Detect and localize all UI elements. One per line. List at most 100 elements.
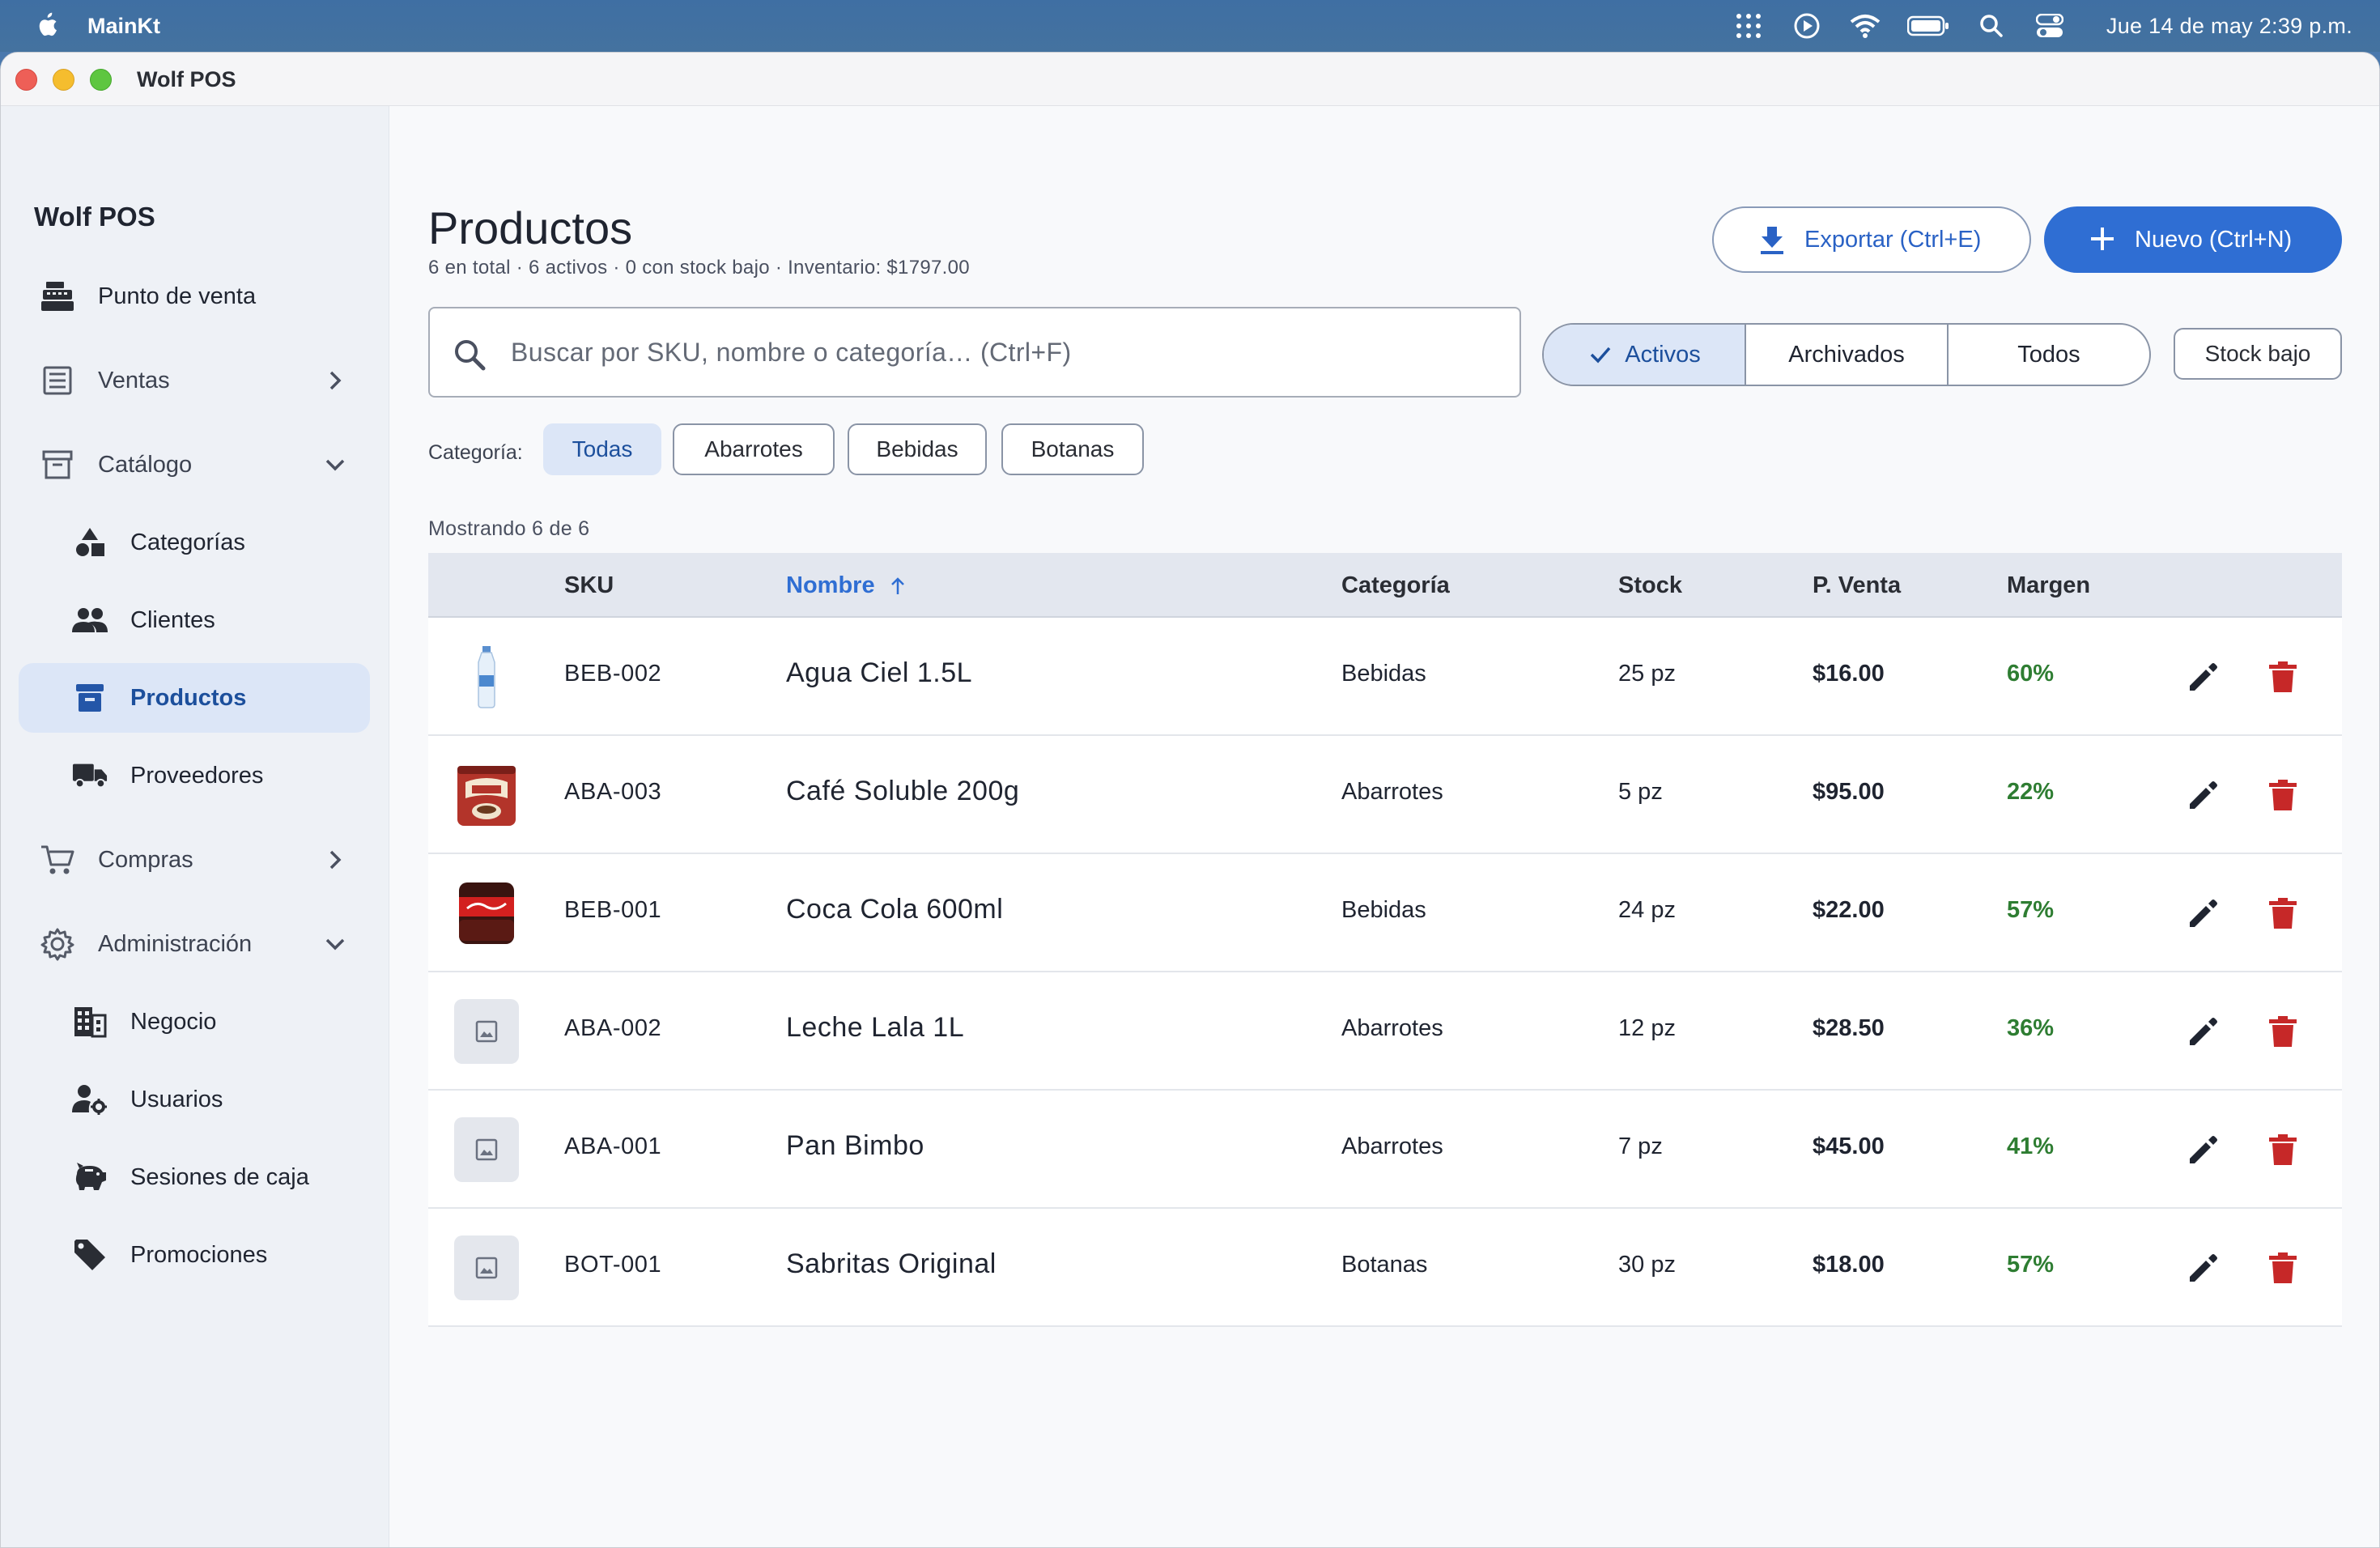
product-sku: ABA-003 — [564, 779, 662, 805]
sidebar-item-promociones[interactable]: Promociones — [19, 1220, 370, 1290]
play-circle-icon[interactable] — [1791, 10, 1823, 42]
column-header-stock[interactable]: Stock — [1618, 572, 1682, 599]
close-window-button[interactable] — [15, 69, 37, 91]
table-row[interactable]: ABA-003 Café Soluble 200g Abarrotes 5 pz… — [428, 736, 2342, 854]
product-category: Abarrotes — [1341, 779, 1443, 805]
product-category: Bebidas — [1341, 897, 1426, 923]
sidebar-item-label: Punto de venta — [98, 283, 257, 309]
sidebar-item-sesiones-de-caja[interactable]: Sesiones de caja — [19, 1142, 370, 1212]
tag-icon — [72, 1237, 108, 1273]
product-price: $16.00 — [1813, 661, 1885, 687]
table-row[interactable]: BEB-002 Agua Ciel 1.5L Bebidas 25 pz $16… — [428, 618, 2342, 736]
delete-icon[interactable] — [2267, 1133, 2298, 1167]
sidebar-item-categorias[interactable]: Categorías — [19, 508, 370, 577]
column-header-precio-venta[interactable]: P. Venta — [1813, 572, 1901, 599]
delete-icon[interactable] — [2267, 1251, 2298, 1285]
wifi-icon[interactable] — [1849, 10, 1881, 42]
category-chip-todas[interactable]: Todas — [543, 423, 661, 475]
receipt-list-icon — [40, 363, 75, 398]
product-sku: BEB-001 — [564, 897, 662, 923]
table-row[interactable]: ABA-001 Pan Bimbo Abarrotes 7 pz $45.00 … — [428, 1091, 2342, 1209]
sidebar-item-label: Sesiones de caja — [130, 1163, 309, 1190]
gear-icon — [40, 926, 75, 962]
sidebar-item-administracion[interactable]: Administración — [19, 909, 370, 979]
sidebar-item-label: Productos — [130, 684, 247, 711]
column-header-margen[interactable]: Margen — [2007, 572, 2090, 599]
delete-icon[interactable] — [2267, 1014, 2298, 1048]
sidebar-item-negocio[interactable]: Negocio — [19, 987, 370, 1057]
edit-icon[interactable] — [2187, 1014, 2221, 1048]
minimize-window-button[interactable] — [53, 69, 74, 91]
sidebar-item-punto-de-venta[interactable]: Punto de venta — [19, 262, 370, 331]
product-margin: 36% — [2007, 1015, 2055, 1041]
archive-box-icon — [40, 447, 75, 483]
app-window: Wolf POS Wolf POS Punto de venta Ventas … — [0, 52, 2380, 1548]
delete-icon[interactable] — [2267, 660, 2298, 694]
sidebar-item-label: Compras — [98, 846, 193, 873]
sidebar-item-catalogo[interactable]: Catálogo — [19, 430, 370, 500]
category-chip-bebidas[interactable]: Bebidas — [848, 423, 987, 475]
apple-icon[interactable] — [34, 11, 58, 39]
product-price: $28.50 — [1813, 1015, 1885, 1041]
product-image-water-bottle — [454, 644, 519, 709]
edit-icon[interactable] — [2187, 896, 2221, 930]
main-content: Productos 6 en total · 6 activos · 0 con… — [389, 106, 2379, 1547]
app-name[interactable]: MainKt — [87, 14, 160, 39]
sidebar-item-productos[interactable]: Productos — [19, 663, 370, 733]
maximize-window-button[interactable] — [90, 69, 112, 91]
chevron-right-icon — [323, 368, 347, 393]
delete-icon[interactable] — [2267, 778, 2298, 812]
product-sku: ABA-002 — [564, 1015, 662, 1041]
status-filter-activos[interactable]: Activos — [1544, 325, 1746, 385]
delete-icon[interactable] — [2267, 896, 2298, 930]
page-title: Productos — [428, 202, 633, 253]
status-filter-todos[interactable]: Todos — [1949, 325, 2149, 385]
sidebar-item-ventas[interactable]: Ventas — [19, 346, 370, 415]
export-button[interactable]: Exportar (Ctrl+E) — [1712, 206, 2031, 273]
product-name: Agua Ciel 1.5L — [786, 657, 973, 688]
showing-count: Mostrando 6 de 6 — [428, 517, 590, 540]
column-header-nombre[interactable]: Nombre — [786, 572, 907, 599]
export-button-label: Exportar (Ctrl+E) — [1804, 226, 1982, 253]
plus-icon — [2091, 228, 2114, 250]
sidebar-item-compras[interactable]: Compras — [19, 825, 370, 895]
control-center-icon[interactable] — [2034, 10, 2066, 42]
category-filter-label: Categoría: — [428, 441, 523, 464]
status-filter-archivados[interactable]: Archivados — [1746, 325, 1949, 385]
column-header-sku[interactable]: SKU — [564, 572, 614, 599]
low-stock-filter-button[interactable]: Stock bajo — [2174, 328, 2342, 380]
edit-icon[interactable] — [2187, 1251, 2221, 1285]
table-row[interactable]: BEB-001 Coca Cola 600ml Bebidas 24 pz $2… — [428, 854, 2342, 972]
search-input[interactable] — [511, 328, 1482, 376]
grid-dots-icon[interactable] — [1732, 10, 1765, 42]
edit-icon[interactable] — [2187, 1133, 2221, 1167]
product-sku: BOT-001 — [564, 1252, 662, 1278]
menubar-clock[interactable]: Jue 14 de may 2:39 p.m. — [2106, 14, 2352, 39]
shapes-icon — [72, 525, 108, 560]
product-stock: 25 pz — [1618, 661, 1676, 687]
table-row[interactable]: BOT-001 Sabritas Original Botanas 30 pz … — [428, 1209, 2342, 1327]
product-price: $45.00 — [1813, 1133, 1885, 1159]
search-icon[interactable] — [1975, 10, 2008, 42]
product-category: Botanas — [1341, 1252, 1428, 1278]
menu-bar: MainKt Jue 14 de may 2:39 p.m. — [0, 0, 2380, 52]
category-chip-botanas[interactable]: Botanas — [1001, 423, 1144, 475]
sidebar-item-usuarios[interactable]: Usuarios — [19, 1065, 370, 1134]
new-product-button[interactable]: Nuevo (Ctrl+N) — [2044, 206, 2342, 273]
chevron-down-icon — [323, 453, 347, 477]
sidebar-item-clientes[interactable]: Clientes — [19, 585, 370, 655]
sidebar-item-label: Categorías — [130, 529, 245, 555]
edit-icon[interactable] — [2187, 778, 2221, 812]
edit-icon[interactable] — [2187, 660, 2221, 694]
battery-icon[interactable] — [1906, 10, 1949, 42]
table-row[interactable]: ABA-002 Leche Lala 1L Abarrotes 12 pz $2… — [428, 972, 2342, 1091]
building-icon — [72, 1004, 108, 1040]
product-name: Sabritas Original — [786, 1248, 997, 1279]
sidebar-item-proveedores[interactable]: Proveedores — [19, 741, 370, 810]
sidebar-brand: Wolf POS — [34, 202, 155, 232]
category-chip-abarrotes[interactable]: Abarrotes — [673, 423, 835, 475]
column-header-categoria[interactable]: Categoría — [1341, 572, 1450, 599]
image-placeholder-icon — [454, 1117, 519, 1182]
column-header-label: Nombre — [786, 572, 875, 598]
sidebar-item-label: Usuarios — [130, 1086, 223, 1112]
